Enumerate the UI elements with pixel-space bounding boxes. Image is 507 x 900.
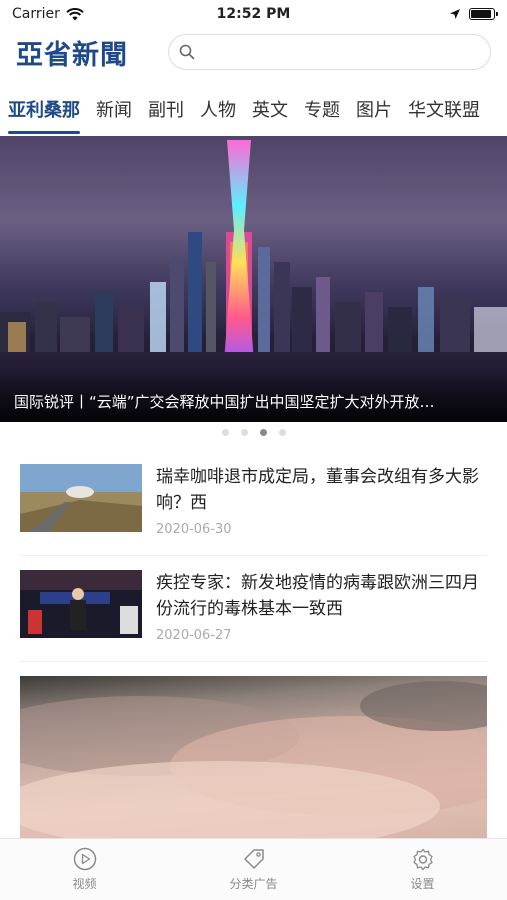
featured-banner[interactable]: 国际锐评丨“云端”广交会释放中国扩出中国坚定扩大对外开放… [0,136,507,422]
tab-people[interactable]: 人物 [192,88,244,134]
app-header: 亞省新聞 [0,30,507,74]
status-bar: Carrier 12:52 PM [0,0,507,28]
wifi-icon [66,7,84,20]
banner-caption[interactable]: 国际锐评丨“云端”广交会释放中国扩出中国坚定扩大对外开放… [14,391,497,412]
tab-arizona[interactable]: 亚利桑那 [0,88,88,134]
news-thumbnail [20,570,142,638]
tab-chinese-alliance[interactable]: 华文联盟 [400,88,488,134]
status-right [315,8,498,20]
news-item[interactable]: 瑞幸咖啡退市成定局，董事会改组有多大影响？西 2020-06-30 [20,450,487,556]
status-time: 12:52 PM [216,6,291,22]
search-icon [179,44,195,60]
tab-video[interactable]: 视频 [0,839,169,900]
status-left: Carrier [12,6,192,22]
app-logo: 亞省新聞 [16,39,128,71]
location-arrow-icon [450,9,460,19]
news-date: 2020-06-27 [156,628,232,643]
news-text: 疾控专家：新发地疫情的病毒跟欧洲三四月份流行的毒株基本一致西 2020-06-2… [156,570,487,643]
tab-classified-ads[interactable]: 分类广告 [169,839,338,900]
carousel-dot[interactable] [278,428,286,436]
news-title[interactable]: 瑞幸咖啡退市成定局，董事会改组有多大影响？西 [156,464,487,516]
search-bar[interactable] [168,34,491,70]
battery-fill [471,10,491,18]
search-input[interactable] [201,44,480,60]
canton-tower-image [224,140,254,362]
tab-video-label: 视频 [72,877,97,891]
carousel-dot-active[interactable] [259,428,267,436]
news-thumbnail [20,464,142,532]
news-title[interactable]: 疾控专家：新发地疫情的病毒跟欧洲三四月份流行的毒株基本一致西 [156,570,487,622]
tab-classified-ads-label: 分类广告 [229,877,278,891]
news-date: 2020-06-30 [156,522,232,537]
carousel-dot[interactable] [221,428,229,436]
carousel-dot[interactable] [240,428,248,436]
tab-settings-label: 设置 [410,877,435,891]
tab-english[interactable]: 英文 [244,88,296,134]
news-text: 瑞幸咖啡退市成定局，董事会改组有多大影响？西 2020-06-30 [156,464,487,537]
news-item[interactable]: 疾控专家：新发地疫情的病毒跟欧洲三四月份流行的毒株基本一致西 2020-06-2… [20,556,487,662]
category-tabs: 亚利桑那 新闻 副刊 人物 英文 专题 图片 华文联盟 [0,88,507,134]
play-icon [73,847,96,871]
tab-news[interactable]: 新闻 [88,88,140,134]
tab-supplement[interactable]: 副刊 [140,88,192,134]
battery-icon [469,8,498,20]
carrier-label: Carrier [12,6,60,22]
gear-icon [412,848,433,871]
bottom-tab-bar: 视频 分类广告 设置 [0,838,507,900]
tag-icon [243,849,264,869]
tab-pictures[interactable]: 图片 [348,88,400,134]
tab-topics[interactable]: 专题 [296,88,348,134]
tab-settings[interactable]: 设置 [338,839,507,900]
carousel-dots [0,426,507,438]
featured-cloud-image[interactable] [20,676,487,838]
